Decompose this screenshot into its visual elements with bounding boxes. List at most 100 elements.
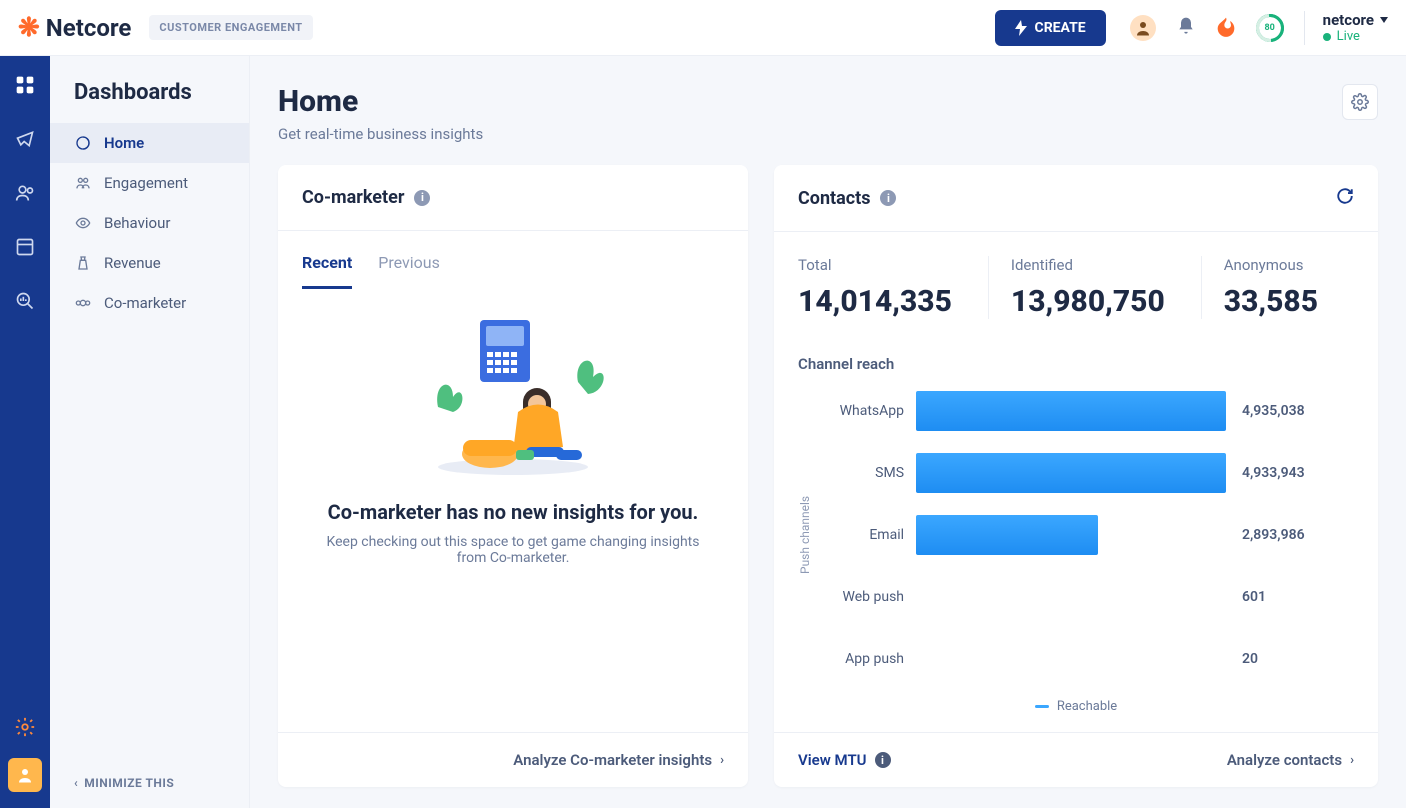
create-button-label: CREATE — [1035, 20, 1086, 36]
revenue-icon — [74, 254, 92, 272]
rail-audience-icon[interactable] — [14, 182, 36, 204]
sidebar-item-behaviour[interactable]: Behaviour — [50, 203, 249, 243]
refresh-button[interactable] — [1336, 187, 1354, 209]
sidebar-item-label: Co-marketer — [104, 294, 186, 312]
co-marketer-card: Co-marketer i Recent Previous — [278, 165, 748, 787]
stat-total-value: 14,014,335 — [798, 284, 952, 319]
sidebar-title: Dashboards — [50, 80, 249, 123]
rail-content-icon[interactable] — [14, 236, 36, 258]
brand-logo-area: ❋ Netcore — [18, 13, 131, 43]
chevron-left-icon: ‹ — [74, 776, 78, 790]
bar-value-label: 4,935,038 — [1242, 403, 1305, 419]
bar-value-label: 601 — [1242, 589, 1266, 605]
co-marketer-title: Co-marketer — [302, 187, 404, 208]
stat-anonymous-value: 33,585 — [1224, 284, 1318, 319]
bar-fill — [916, 453, 1226, 493]
bar-row: Web push601 — [820, 577, 1354, 617]
sidebar-item-label: Home — [104, 134, 144, 152]
bar-category-label: App push — [820, 651, 904, 667]
analyze-contacts-link[interactable]: Analyze contacts › — [1227, 751, 1354, 769]
bar-fill — [916, 391, 1226, 431]
brand-name: Netcore — [46, 14, 132, 42]
page-settings-button[interactable] — [1342, 84, 1378, 120]
contacts-stats: Total 14,014,335 Identified 13,980,750 A… — [798, 250, 1354, 329]
stat-anonymous-label: Anonymous — [1224, 256, 1318, 274]
sidebar-item-label: Engagement — [104, 174, 188, 192]
notifications-icon[interactable] — [1176, 16, 1196, 40]
home-icon — [74, 134, 92, 152]
rail-user-avatar[interactable] — [8, 758, 42, 792]
contacts-card: Contacts i Total 14,014,335 — [774, 165, 1378, 787]
top-icon-group: 80 — [1130, 14, 1284, 42]
legend-label: Reachable — [1057, 699, 1117, 714]
bar-value-label: 2,893,986 — [1242, 527, 1305, 543]
flame-icon[interactable] — [1216, 15, 1236, 41]
rail-settings-icon[interactable] — [14, 716, 36, 738]
bar-category-label: WhatsApp — [820, 403, 904, 419]
illustration — [408, 312, 618, 482]
product-badge: CUSTOMER ENGAGEMENT — [149, 15, 312, 40]
bar-fill — [916, 515, 1098, 555]
legend-swatch — [1035, 705, 1049, 708]
sidebar-item-revenue[interactable]: Revenue — [50, 243, 249, 283]
info-icon[interactable]: i — [880, 190, 896, 206]
status-dot — [1323, 33, 1331, 41]
view-mtu-link[interactable]: View MTU i — [798, 751, 891, 769]
bar-row: Email2,893,986 — [820, 515, 1354, 555]
analyze-comarketer-link[interactable]: Analyze Co-marketer insights › — [513, 751, 724, 769]
tab-previous[interactable]: Previous — [378, 253, 440, 289]
divider — [1304, 11, 1305, 45]
info-icon: i — [875, 752, 891, 768]
stat-total-label: Total — [798, 256, 952, 274]
info-icon[interactable]: i — [414, 190, 430, 206]
progress-ring[interactable]: 80 — [1256, 14, 1284, 42]
page-subtitle: Get real-time business insights — [278, 125, 483, 143]
insight-tabs: Recent Previous — [302, 253, 724, 290]
link-label: Analyze Co-marketer insights — [513, 751, 712, 769]
bar-value-label: 20 — [1242, 651, 1258, 667]
behaviour-icon — [74, 214, 92, 232]
bar-category-label: SMS — [820, 465, 904, 481]
topbar: ❋ Netcore CUSTOMER ENGAGEMENT CREATE 80 … — [0, 0, 1406, 56]
bar-track — [916, 453, 1226, 493]
bar-track — [916, 515, 1226, 555]
rail-analytics-icon[interactable] — [14, 290, 36, 312]
chevron-right-icon: › — [720, 753, 724, 768]
tab-recent[interactable]: Recent — [302, 253, 352, 289]
link-label: View MTU — [798, 751, 867, 769]
minimize-label: MINIMIZE THIS — [84, 776, 174, 790]
bar-row: App push 20 — [820, 639, 1354, 679]
stat-identified-label: Identified — [1011, 256, 1165, 274]
minimize-sidebar-button[interactable]: ‹ MINIMIZE THIS — [50, 758, 249, 808]
sidebar: Dashboards Home Engagement Behaviour Rev… — [50, 56, 250, 808]
bar-row: SMS 4,933,943 — [820, 453, 1354, 493]
empty-state-title: Co-marketer has no new insights for you. — [328, 500, 699, 524]
sidebar-item-home[interactable]: Home — [50, 123, 249, 163]
bar-track — [916, 391, 1226, 431]
chart-axis-label: Push channels — [798, 391, 812, 679]
gear-icon — [1351, 93, 1369, 111]
link-label: Analyze contacts — [1227, 751, 1342, 769]
page-title: Home — [278, 84, 483, 119]
chevron-right-icon: › — [1350, 753, 1354, 768]
create-button[interactable]: CREATE — [995, 10, 1106, 46]
nav-rail — [0, 56, 50, 808]
rail-dashboards-icon[interactable] — [14, 74, 36, 96]
sidebar-item-label: Revenue — [104, 254, 161, 272]
empty-state-text: Keep checking out this space to get game… — [312, 534, 714, 566]
rail-campaigns-icon[interactable] — [14, 128, 36, 150]
sidebar-item-co-marketer[interactable]: Co-marketer — [50, 283, 249, 323]
chart-legend: Reachable — [798, 699, 1354, 714]
engagement-icon — [74, 174, 92, 192]
progress-ring-value: 80 — [1265, 23, 1275, 33]
bar-track — [916, 639, 1226, 679]
bar-value-label: 4,933,943 — [1242, 465, 1305, 481]
bar-track — [916, 577, 1226, 617]
sidebar-item-engagement[interactable]: Engagement — [50, 163, 249, 203]
comarketer-icon — [74, 294, 92, 312]
account-switcher[interactable]: netcore Live — [1323, 11, 1388, 45]
refresh-icon — [1336, 187, 1354, 205]
main-content: Home Get real-time business insights Co-… — [250, 56, 1406, 808]
page-header: Home Get real-time business insights — [278, 84, 1378, 143]
profile-icon[interactable] — [1130, 15, 1156, 41]
